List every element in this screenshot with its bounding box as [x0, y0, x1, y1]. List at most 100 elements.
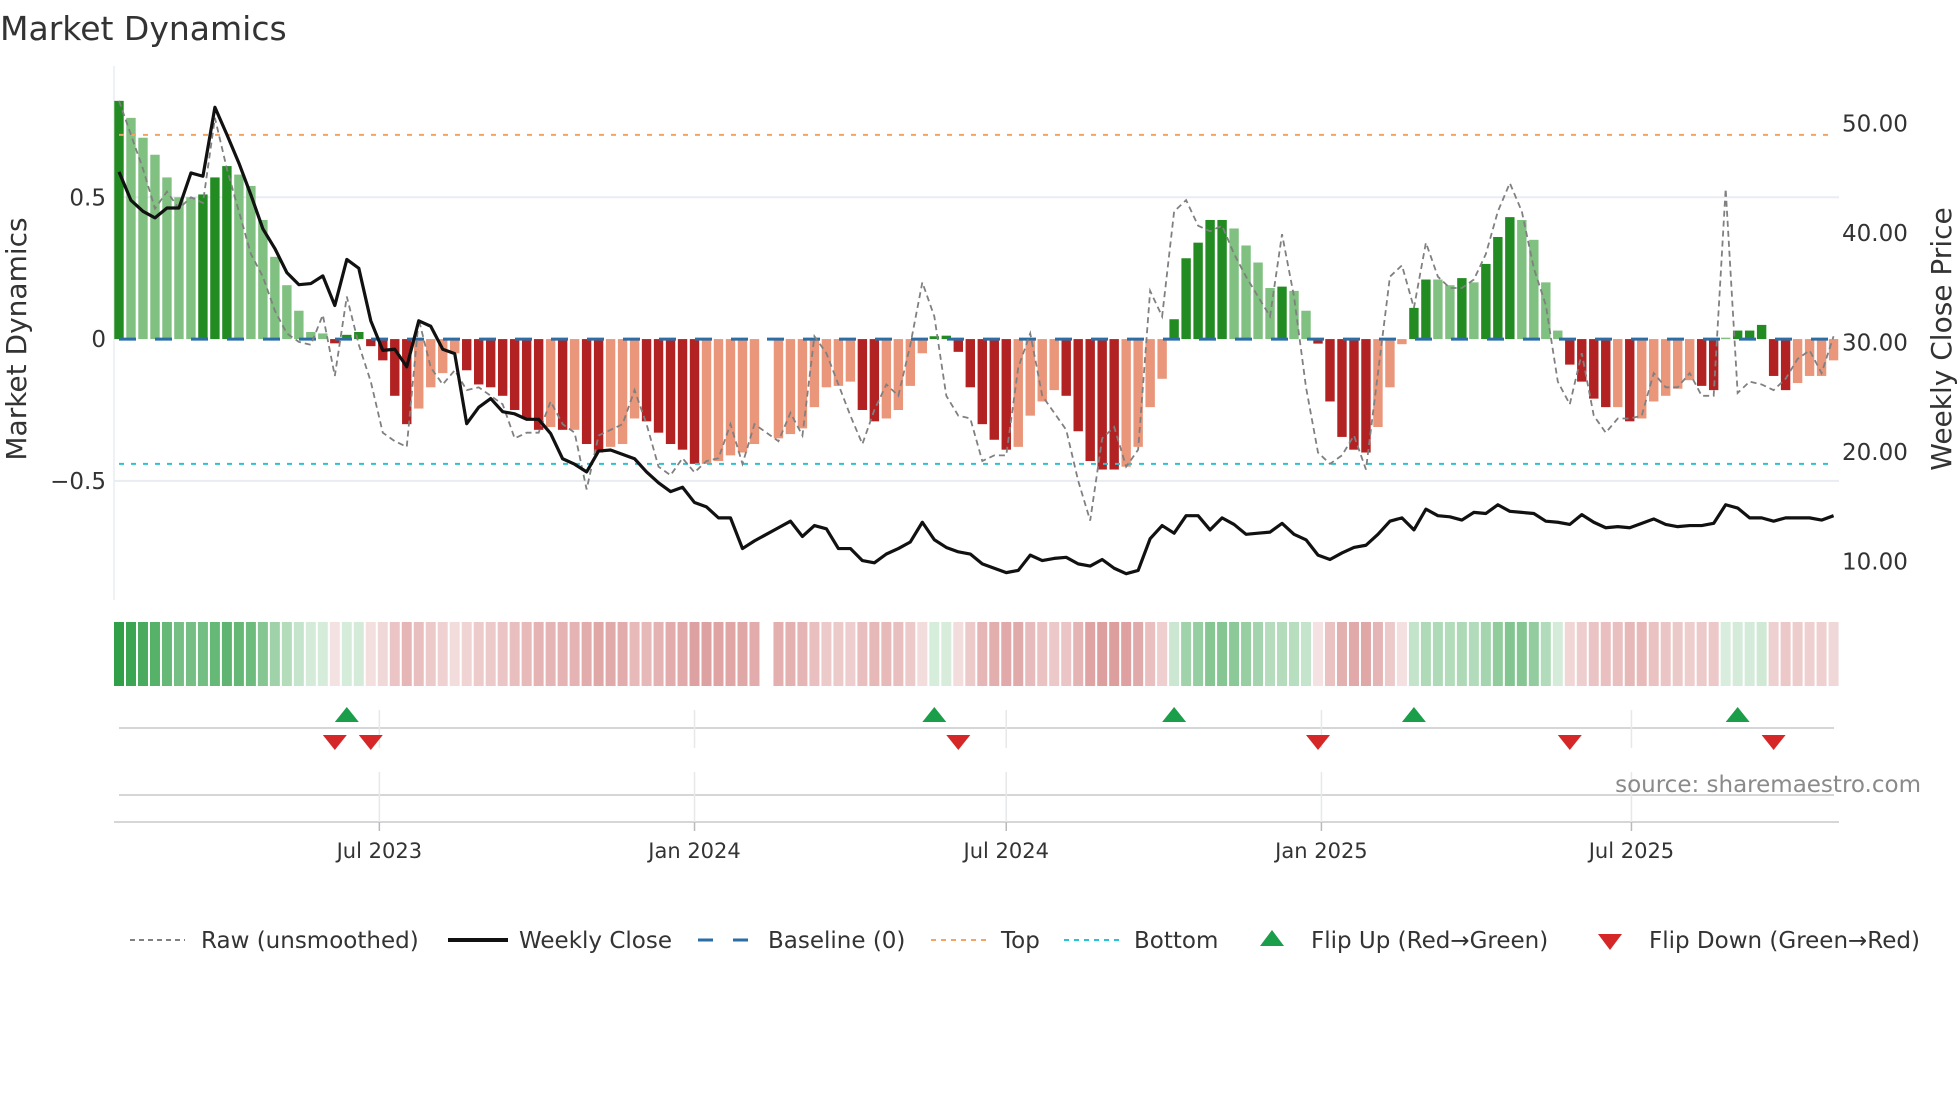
strip-cell	[305, 622, 316, 686]
strip-cell	[977, 622, 988, 686]
legend-label-baseline: Baseline (0)	[768, 928, 905, 954]
dynamics-bar	[833, 339, 844, 386]
dynamics-bar	[1792, 339, 1803, 384]
grid-layer	[113, 66, 1839, 600]
dynamics-bar	[893, 339, 904, 410]
strip-cell	[941, 622, 952, 686]
strip-cell	[533, 622, 544, 686]
dynamics-bar	[1181, 258, 1191, 340]
left-tick-label: −0.5	[50, 469, 106, 495]
dynamics-bar	[1361, 339, 1371, 453]
dynamics-bar	[1625, 339, 1635, 422]
strip-cell	[389, 622, 400, 686]
strip-cell	[377, 622, 388, 686]
dynamics-bar	[869, 339, 880, 422]
dynamics-bar	[198, 194, 208, 340]
flip-down-marker	[1761, 735, 1786, 750]
dynamics-bar	[162, 177, 172, 340]
strip-cell	[1253, 622, 1264, 686]
dynamics-bar	[1169, 319, 1179, 340]
strip-cell	[785, 622, 796, 686]
dynamics-bar	[1205, 219, 1215, 340]
dynamics-bar	[1109, 339, 1119, 470]
strip-cell	[1145, 622, 1156, 686]
strip-cell	[1301, 622, 1312, 686]
strip-cell	[1169, 622, 1180, 686]
strip-cell	[965, 622, 976, 686]
strip-cell	[449, 622, 460, 686]
legend-label-flip-up: Flip Up (Red→Green)	[1311, 928, 1548, 954]
dynamics-bar	[1001, 339, 1011, 450]
dynamics-bar	[114, 100, 124, 340]
strip-cell	[1732, 622, 1743, 686]
strip-cell	[737, 622, 748, 686]
dynamics-bar	[701, 339, 712, 464]
left-axis-label: Market Dynamics	[0, 217, 33, 460]
strip-cell	[365, 622, 376, 686]
strip-cell	[665, 622, 676, 686]
dynamics-bar	[737, 339, 748, 453]
strip-cell	[473, 622, 484, 686]
strip-cell	[137, 622, 148, 686]
strip-cell	[833, 622, 844, 686]
strip-cell	[1408, 622, 1419, 686]
dynamics-bar	[1565, 339, 1575, 365]
strip-cell	[509, 622, 520, 686]
strip-cell	[173, 622, 184, 686]
dynamics-bar	[474, 339, 484, 385]
strip-cell	[114, 622, 124, 686]
dynamics-bar	[689, 339, 700, 464]
dynamics-bar	[749, 339, 760, 445]
strip-cell	[605, 622, 616, 686]
dynamics-bar	[881, 339, 892, 419]
strip-cell	[869, 622, 880, 686]
strip-cell	[353, 622, 364, 686]
strip-cell	[1792, 622, 1803, 686]
strip-cell	[485, 622, 496, 686]
legend-label-top: Top	[1000, 928, 1040, 954]
strip-cell	[1528, 622, 1539, 686]
dynamics-bar	[1085, 339, 1095, 462]
dynamics-bar	[617, 339, 628, 445]
strip-cell	[233, 622, 244, 686]
dynamics-bar	[414, 339, 424, 409]
strip-cell	[341, 622, 352, 686]
dynamics-bar	[426, 339, 436, 388]
right-tick-label: 40.00	[1842, 221, 1908, 247]
strip-cell	[185, 622, 196, 686]
dynamics-bar	[677, 339, 688, 450]
strip-cell	[1468, 622, 1479, 686]
strip-cell	[425, 622, 436, 686]
strip-cell	[1241, 622, 1252, 686]
strip-cell	[1804, 622, 1815, 686]
dynamics-bar	[1217, 219, 1227, 340]
strip-cell	[557, 622, 568, 686]
dynamics-bar	[1577, 339, 1587, 382]
strip-cell	[1360, 622, 1371, 686]
strip-cell	[149, 622, 160, 686]
dynamics-bar	[497, 339, 508, 396]
dynamics-bar	[1385, 339, 1395, 388]
strip-cell	[1384, 622, 1395, 686]
dynamics-bar	[270, 256, 280, 340]
flip-up-marker	[334, 707, 359, 722]
dynamics-bar	[1481, 263, 1491, 340]
source-credit: source: sharemaestro.com	[1615, 772, 1921, 798]
strip-cell	[821, 622, 832, 686]
strip-cell	[1504, 622, 1515, 686]
strip-cell	[1684, 622, 1695, 686]
dynamics-bar	[174, 197, 184, 340]
dynamics-bar	[1301, 310, 1311, 340]
strip-cell	[569, 622, 580, 686]
x-tick-label: Jul 2024	[962, 839, 1049, 863]
strip-cell	[257, 622, 268, 686]
dynamics-bar	[1049, 339, 1059, 391]
strip-cell	[1660, 622, 1671, 686]
strip-cell	[773, 622, 784, 686]
strip-cell	[1564, 622, 1575, 686]
dynamics-bar	[977, 339, 987, 425]
strip-cell	[1013, 622, 1024, 686]
flip-up-marker	[1401, 707, 1426, 722]
strip-cell	[1600, 622, 1611, 686]
strip-cell	[197, 622, 208, 686]
